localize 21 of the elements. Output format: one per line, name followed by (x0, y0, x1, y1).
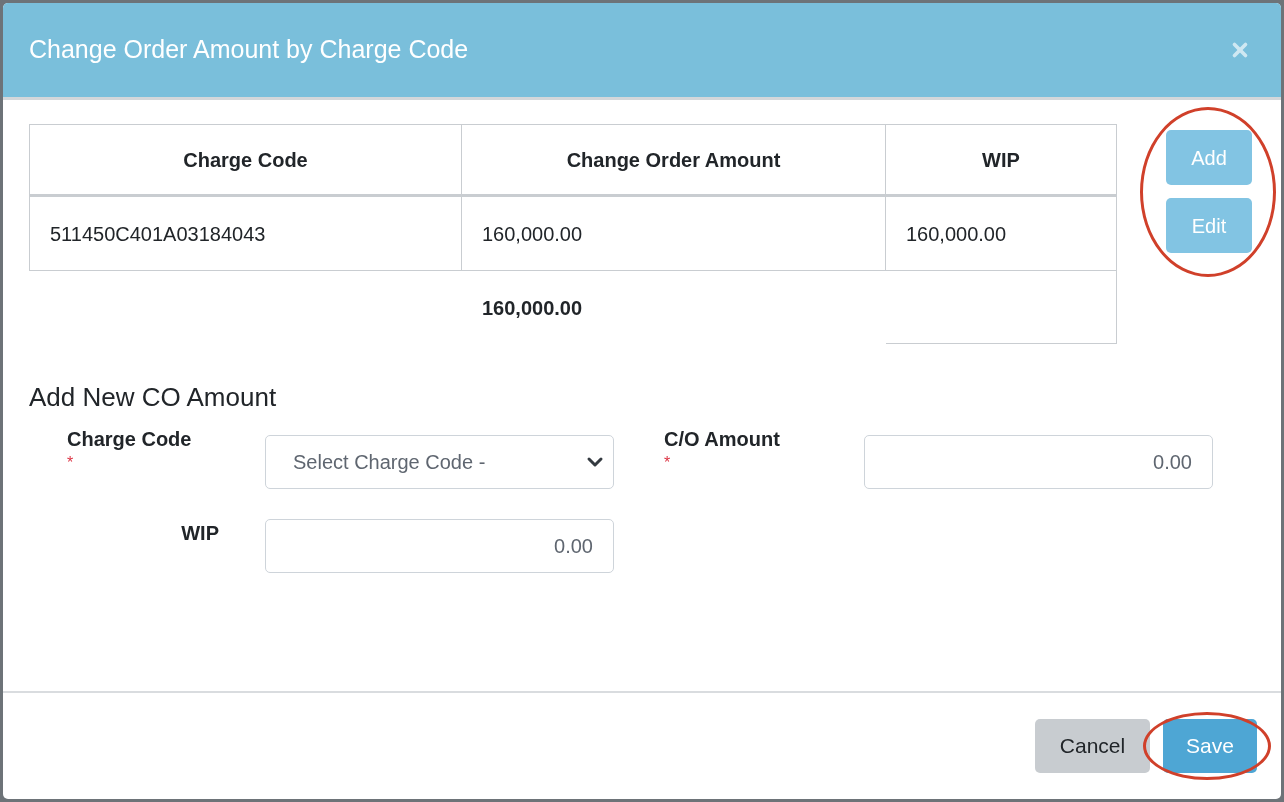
cancel-button[interactable]: Cancel (1035, 719, 1150, 773)
section-heading: Add New CO Amount (29, 381, 278, 414)
column-header: WIP (886, 124, 1117, 197)
table-cell: 160,000.00 (462, 197, 886, 271)
table-cell: 511450C401A03184043 (29, 197, 462, 271)
wip-field[interactable]: 0.00 (265, 519, 614, 573)
column-header: Charge Code (29, 124, 462, 197)
field-label: WIP (181, 521, 219, 546)
table-cell: 160,000.00 (886, 197, 1117, 271)
required-mark: * (664, 453, 671, 473)
dialog-title: Change Order Amount by Charge Code (29, 34, 469, 66)
table-action-button[interactable]: Add (1166, 130, 1252, 185)
table-action-button[interactable]: Edit (1166, 198, 1252, 253)
field-label: Charge Code (67, 427, 193, 452)
save-button[interactable]: Save (1163, 719, 1257, 773)
co-amount-field[interactable]: 0.00 (864, 435, 1213, 489)
total-cell-text: 160,000.00 (481, 295, 584, 321)
field-label: C/O Amount (664, 427, 781, 452)
column-header: Change Order Amount (462, 124, 886, 197)
charge-code-select[interactable]: Select Charge Code - (265, 435, 614, 489)
required-mark: * (67, 453, 74, 473)
